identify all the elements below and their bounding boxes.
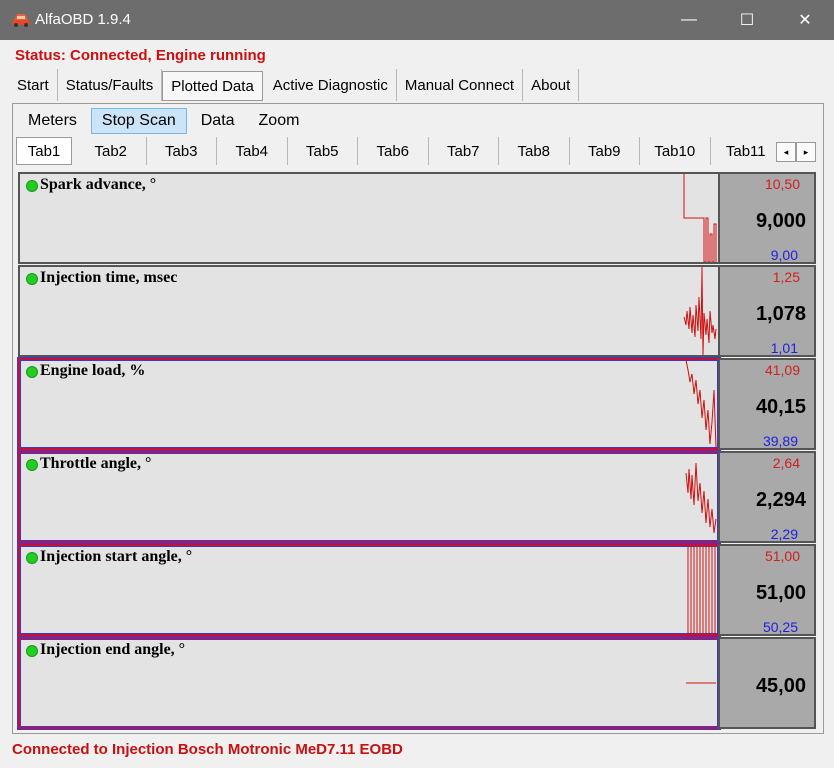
- plot-graph[interactable]: Injection start angle, °: [17, 543, 721, 637]
- status-indicator-icon: [26, 552, 38, 564]
- status-indicator-icon: [26, 459, 38, 471]
- scroll-left-icon[interactable]: ◂: [776, 142, 796, 162]
- minimize-icon: —: [681, 11, 697, 28]
- plot-row: Injection time, msec 1,25 1,078 1,01: [18, 265, 818, 357]
- current-value: 1,078: [755, 303, 806, 325]
- close-icon: ✕: [798, 12, 812, 29]
- title-bar[interactable]: AlfaOBD 1.9.4 — ☐ ✕: [0, 0, 834, 40]
- plot-row: Injection end angle, ° 45,00: [17, 636, 818, 730]
- current-value: 51,00: [755, 582, 806, 604]
- min-value: 1,01: [770, 340, 798, 356]
- minimize-button[interactable]: —: [660, 0, 718, 40]
- tab-tab8[interactable]: Tab8: [499, 137, 570, 165]
- app-window: AlfaOBD 1.9.4 — ☐ ✕ Status: Connected, E…: [0, 0, 834, 768]
- plot-graph[interactable]: Spark advance, °: [18, 172, 720, 264]
- plot-row: Spark advance, ° 10,50 9,000 9,00: [18, 172, 818, 264]
- plot-value-box: 1,25 1,078 1,01: [718, 265, 816, 357]
- scroll-right-icon[interactable]: ▸: [796, 142, 816, 162]
- min-value: 39,89: [762, 433, 798, 449]
- tab-tab1[interactable]: Tab1: [16, 137, 72, 165]
- tab-status-faults[interactable]: Status/Faults: [58, 69, 163, 101]
- plot-value-box: 45,00: [718, 637, 816, 729]
- plot-label: Spark advance, °: [40, 176, 157, 193]
- meters-menu[interactable]: Meters: [16, 108, 89, 134]
- status-indicator-icon: [26, 645, 38, 657]
- tab-tab6[interactable]: Tab6: [358, 137, 429, 165]
- min-value: 50,25: [762, 619, 798, 635]
- plot-area: Spark advance, ° 10,50 9,000 9,00 Inject…: [17, 172, 818, 730]
- footer-connection-status: Connected to Injection Bosch Motronic Me…: [12, 741, 403, 758]
- current-value: 40,15: [755, 396, 806, 418]
- maximize-button[interactable]: ☐: [718, 0, 776, 40]
- current-value: 9,000: [755, 210, 806, 232]
- maximize-icon: ☐: [739, 12, 755, 29]
- plot-value-box: 10,50 9,000 9,00: [718, 172, 816, 264]
- plot-graph[interactable]: Injection end angle, °: [17, 636, 721, 730]
- plot-value-box: 2,64 2,294 2,29: [718, 451, 816, 543]
- tab-active-diagnostic[interactable]: Active Diagnostic: [265, 69, 397, 101]
- main-tab-bar: Start Status/Faults Plotted Data Active …: [9, 69, 580, 101]
- stop-scan-button[interactable]: Stop Scan: [90, 108, 187, 134]
- plot-menu-bar: Meters Stop Scan Data Zoom: [16, 108, 311, 134]
- plot-label: Injection start angle, °: [40, 548, 193, 565]
- plot-row: Throttle angle, ° 2,64 2,294 2,29: [17, 450, 818, 544]
- plot-row: Injection start angle, ° 51,00 51,00 50,…: [17, 543, 818, 637]
- tab-tab4[interactable]: Tab4: [217, 137, 288, 165]
- tab-tab5[interactable]: Tab5: [288, 137, 358, 165]
- plot-row: Engine load, % 41,09 40,15 39,89: [17, 357, 818, 451]
- current-value: 2,294: [755, 489, 806, 511]
- tab-tab3[interactable]: Tab3: [147, 137, 217, 165]
- plot-label: Injection end angle, °: [40, 641, 186, 658]
- min-value: 2,29: [770, 526, 798, 542]
- status-indicator-icon: [26, 180, 38, 192]
- tab-tab10[interactable]: Tab10: [640, 137, 711, 165]
- plot-graph[interactable]: Throttle angle, °: [17, 450, 721, 544]
- tab-about[interactable]: About: [523, 69, 580, 101]
- min-value: 9,00: [770, 247, 798, 263]
- tab-scroll-buttons: ◂ ▸: [776, 142, 816, 162]
- data-menu[interactable]: Data: [189, 108, 247, 134]
- plot-value-box: 41,09 40,15 39,89: [718, 358, 816, 450]
- max-value: 41,09: [764, 362, 800, 378]
- car-app-icon: [12, 14, 30, 27]
- plot-label: Engine load, %: [40, 362, 146, 379]
- tab-tab7[interactable]: Tab7: [429, 137, 499, 165]
- tab-manual-connect[interactable]: Manual Connect: [397, 69, 524, 101]
- zoom-menu[interactable]: Zoom: [247, 108, 312, 134]
- plot-label: Injection time, msec: [40, 269, 178, 286]
- tab-tab9[interactable]: Tab9: [570, 137, 640, 165]
- window-title: AlfaOBD 1.9.4: [35, 11, 131, 28]
- max-value: 10,50: [764, 176, 800, 192]
- close-button[interactable]: ✕: [776, 0, 834, 40]
- status-indicator-icon: [26, 366, 38, 378]
- max-value: 2,64: [772, 455, 800, 471]
- current-value: 45,00: [755, 675, 806, 697]
- plot-label: Throttle angle, °: [40, 455, 152, 472]
- tab-tab11[interactable]: Tab11: [711, 137, 782, 165]
- max-value: 1,25: [772, 269, 800, 285]
- tab-plotted-data[interactable]: Plotted Data: [162, 71, 263, 101]
- tab-start[interactable]: Start: [9, 69, 58, 101]
- plot-graph[interactable]: Injection time, msec: [18, 265, 720, 357]
- status-indicator-icon: [26, 273, 38, 285]
- max-value: 51,00: [764, 548, 800, 564]
- plot-value-box: 51,00 51,00 50,25: [718, 544, 816, 636]
- connection-status: Status: Connected, Engine running: [15, 47, 266, 64]
- plot-graph[interactable]: Engine load, %: [17, 357, 721, 451]
- tab-tab2[interactable]: Tab2: [76, 137, 147, 165]
- data-tab-bar: Tab1 Tab2 Tab3 Tab4 Tab5 Tab6 Tab7 Tab8 …: [16, 137, 781, 165]
